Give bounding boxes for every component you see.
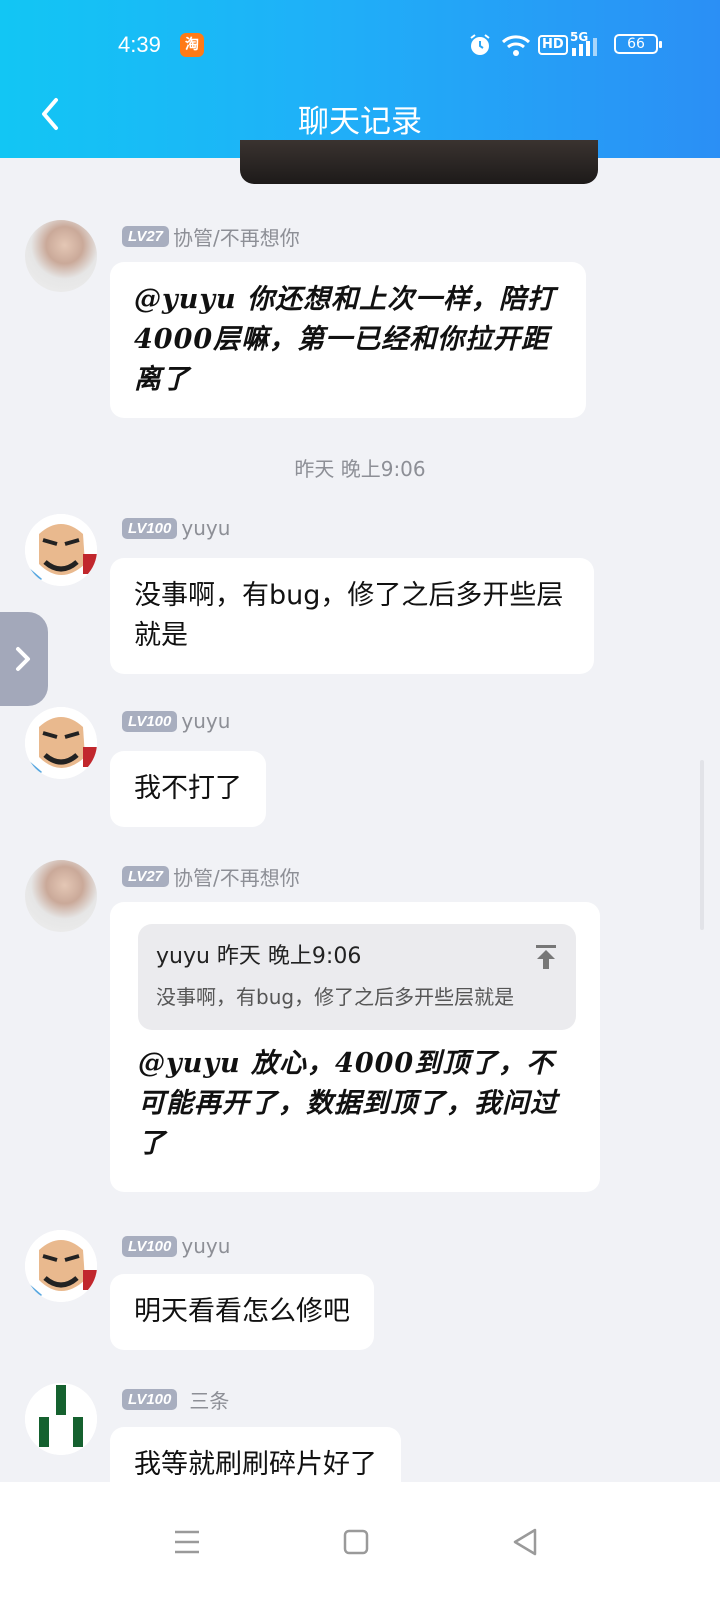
system-nav-bar [0, 1482, 720, 1600]
image-message-partial[interactable] [240, 140, 598, 184]
top-header: 4:39 淘 HD 5G 66 聊天记录 [0, 0, 720, 158]
nickname[interactable]: yuyu [181, 516, 230, 540]
avatar[interactable] [25, 220, 97, 292]
scrollbar[interactable] [700, 760, 704, 930]
back-nav-icon[interactable] [505, 1522, 545, 1562]
status-time: 4:39 [118, 32, 161, 57]
wifi-icon [501, 35, 531, 56]
hd-voice-icon: HD [538, 35, 568, 55]
alarm-icon [470, 34, 490, 55]
avatar[interactable] [25, 514, 97, 586]
signal-icon [572, 38, 597, 56]
page-title: 聊天记录 [298, 104, 422, 140]
nickname[interactable]: 三条 [189, 1385, 229, 1414]
level-badge: LV100 [122, 710, 178, 732]
quoted-message[interactable]: yuyu 昨天 晚上9:06 没事啊，有bug，修了之后多开些层就是 [138, 924, 576, 1030]
level-badge: LV27 [122, 866, 170, 887]
chevron-right-icon [16, 647, 30, 671]
avatar[interactable] [25, 707, 97, 779]
scroll-to-quote-icon[interactable] [534, 944, 558, 970]
side-expand-tab[interactable] [0, 612, 48, 706]
quote-header: yuyu 昨天 晚上9:06 [156, 944, 362, 969]
nickname[interactable]: 协管/不再想你 [173, 862, 300, 891]
battery-icon: 66 [614, 34, 662, 54]
message-bubble[interactable]: 没事啊，有bug，修了之后多开些层就是 [110, 558, 594, 674]
warrior-face-icon [25, 707, 97, 779]
message-bubble[interactable]: 明天看看怎么修吧 [110, 1274, 374, 1350]
level-badge: LV27 [122, 226, 170, 247]
nickname[interactable]: yuyu [181, 709, 230, 733]
time-separator: 昨天 晚上9:06 [294, 457, 426, 481]
green-logo-icon [25, 1383, 97, 1455]
level-badge: LV100 [122, 517, 178, 539]
warrior-face-icon [25, 514, 97, 586]
message-meta: LV27 协管/不再想你 [122, 862, 300, 891]
nickname[interactable]: 协管/不再想你 [173, 222, 300, 251]
warrior-face-icon [25, 1230, 97, 1302]
level-badge: LV100 [122, 1235, 178, 1257]
quote-body: 没事啊，有bug，修了之后多开些层就是 [156, 985, 515, 1009]
message-bubble[interactable]: 我不打了 [110, 751, 266, 827]
avatar[interactable] [25, 860, 97, 932]
home-icon[interactable] [336, 1522, 376, 1562]
nickname[interactable]: yuyu [181, 1234, 230, 1258]
avatar[interactable] [25, 1383, 97, 1455]
message-bubble[interactable]: @yuyu 你还想和上次一样，陪打4000层嘛，第一已经和你拉开距离了 [110, 262, 586, 418]
menu-icon[interactable] [167, 1522, 207, 1562]
message-meta: LV100 yuyu [122, 709, 230, 733]
message-meta: LV100 yuyu [122, 1234, 230, 1258]
taobao-notification-icon: 淘 [180, 33, 204, 57]
level-badge: LV100 [122, 1389, 178, 1410]
avatar[interactable] [25, 1230, 97, 1302]
message-bubble[interactable]: yuyu 昨天 晚上9:06 没事啊，有bug，修了之后多开些层就是 @yuyu… [110, 902, 600, 1192]
message-meta: LV100 三条 [122, 1385, 229, 1414]
message-meta: LV100 yuyu [122, 516, 230, 540]
message-meta: LV27 协管/不再想你 [122, 222, 300, 251]
message-text: @yuyu 放心，4000到顶了，不可能再开了，数据到顶了，我问过了 [138, 1048, 558, 1159]
